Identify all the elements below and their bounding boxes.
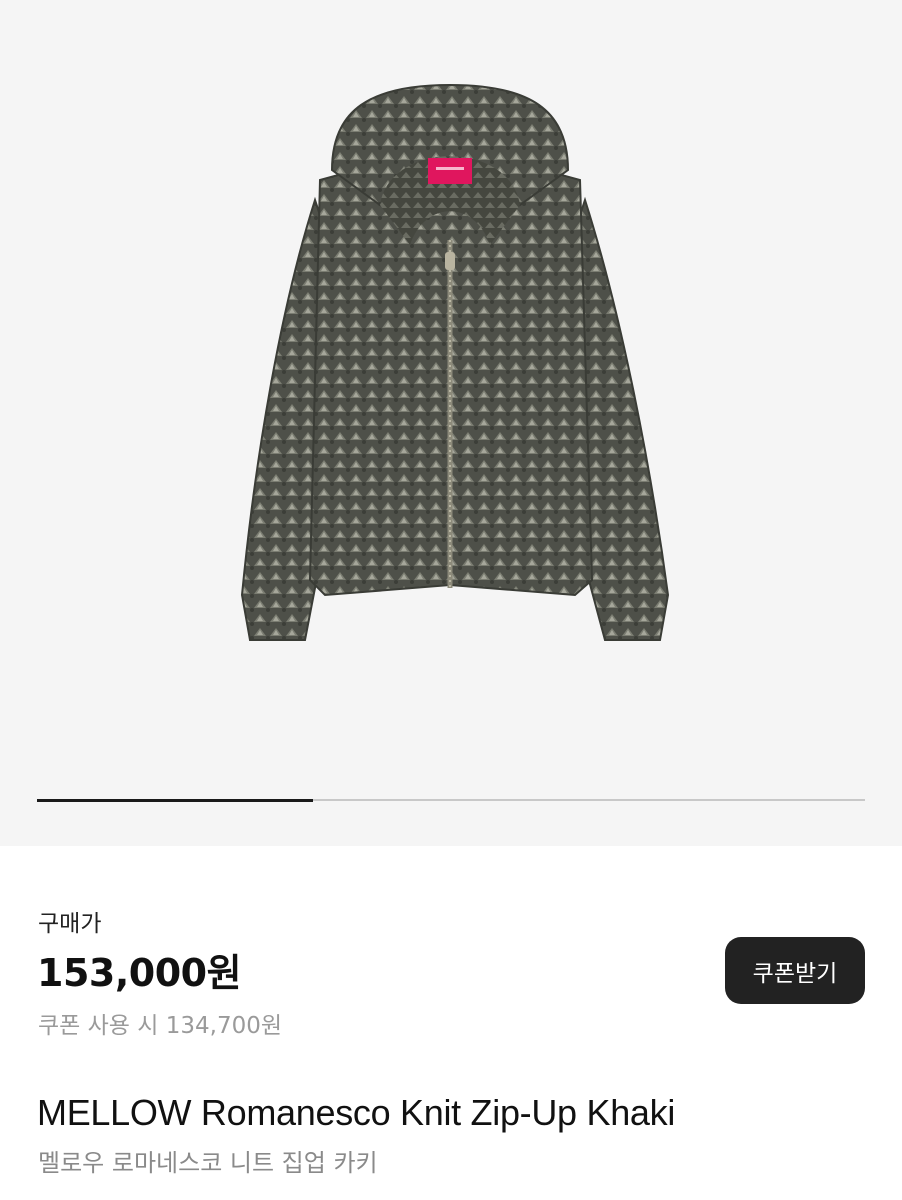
get-coupon-button[interactable]: 쿠폰받기 — [725, 937, 865, 1004]
brand-label — [428, 158, 472, 184]
coupon-price-text: 쿠폰 사용 시 134,700원 — [38, 1013, 283, 1039]
product-title-english: MELLOW Romanesco Knit Zip-Up Khaki — [37, 1092, 676, 1133]
product-image — [240, 83, 670, 641]
purchase-price-label: 구매가 — [38, 911, 102, 937]
gallery-progress-bar — [37, 798, 865, 802]
gallery-progress-fill — [37, 798, 313, 802]
purchase-price: 153,000원 — [37, 951, 242, 995]
product-image-gallery[interactable] — [0, 0, 902, 846]
zipper-pull — [445, 252, 455, 270]
product-detail-page: 구매가 153,000원 쿠폰 사용 시 134,700원 쿠폰받기 MELLO… — [0, 0, 902, 1200]
product-title-korean: 멜로우 로마네스코 니트 집업 카키 — [38, 1149, 378, 1177]
